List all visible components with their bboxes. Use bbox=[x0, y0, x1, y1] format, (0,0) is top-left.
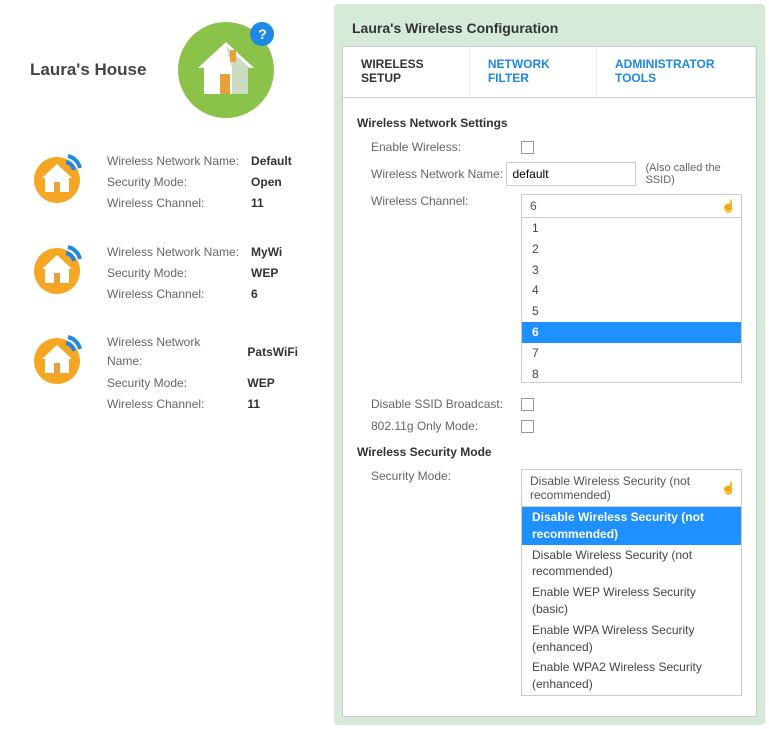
ssid-hint: (Also called the SSID) bbox=[646, 162, 743, 186]
house-title: Laura's House bbox=[30, 60, 146, 80]
wifi-house-icon bbox=[30, 331, 85, 386]
network-item: Wireless Network Name:DefaultSecurity Mo… bbox=[30, 150, 310, 216]
tab-admin-tools[interactable]: ADMINISTRATOR TOOLS bbox=[597, 47, 756, 97]
net-ch-label: Wireless Channel: bbox=[107, 395, 245, 414]
channel-dropdown[interactable]: 1234567891011 bbox=[521, 218, 742, 383]
channel-option[interactable]: 8 bbox=[522, 364, 741, 383]
network-item: Wireless Network Name:MyWiSecurity Mode:… bbox=[30, 241, 310, 307]
net-sec-label: Security Mode: bbox=[107, 374, 245, 393]
channel-option[interactable]: 5 bbox=[522, 301, 741, 322]
main-house-icon: ? bbox=[176, 20, 276, 120]
net-sec-value: WEP bbox=[251, 264, 292, 283]
security-mode-option[interactable]: Disable Wireless Security (not recommend… bbox=[522, 507, 741, 545]
net-sec-label: Security Mode: bbox=[107, 173, 249, 192]
disable-ssid-checkbox[interactable] bbox=[521, 398, 534, 411]
security-mode-option[interactable]: Disable Wireless Security (not recommend… bbox=[522, 545, 741, 583]
enable-wireless-checkbox[interactable] bbox=[521, 141, 534, 154]
channel-option[interactable]: 6 bbox=[522, 322, 741, 343]
g-only-checkbox[interactable] bbox=[521, 420, 534, 433]
channel-option[interactable]: 2 bbox=[522, 239, 741, 260]
security-mode-dropdown[interactable]: Disable Wireless Security (not recommend… bbox=[521, 507, 742, 696]
section-wireless-settings: Wireless Network Settings bbox=[357, 116, 742, 130]
channel-label: Wireless Channel: bbox=[371, 194, 521, 208]
security-mode-option[interactable]: Enable WEP Wireless Security (basic) bbox=[522, 582, 741, 620]
net-name-value: PatsWiFi bbox=[247, 333, 308, 371]
net-sec-label: Security Mode: bbox=[107, 264, 249, 283]
net-name-value: Default bbox=[251, 152, 302, 171]
tab-wireless-setup[interactable]: WIRELESS SETUP bbox=[343, 47, 470, 97]
cursor-icon bbox=[721, 481, 733, 495]
net-name-label: Wireless Network Name: bbox=[107, 152, 249, 171]
security-mode-option[interactable]: Enable WPA2 Wireless Security (enhanced) bbox=[522, 657, 741, 695]
net-ch-value: 11 bbox=[247, 395, 308, 414]
security-mode-select[interactable]: Disable Wireless Security (not recommend… bbox=[521, 469, 742, 507]
wifi-house-icon bbox=[30, 150, 85, 205]
security-mode-option[interactable]: Enable WPA Wireless Security (enhanced) bbox=[522, 620, 741, 658]
net-sec-value: Open bbox=[251, 173, 302, 192]
network-item: Wireless Network Name:PatsWiFiSecurity M… bbox=[30, 331, 310, 416]
net-ch-label: Wireless Channel: bbox=[107, 194, 249, 213]
channel-option[interactable]: 7 bbox=[522, 343, 741, 364]
net-name-label: Wireless Network Name: bbox=[107, 333, 245, 371]
net-name-value: MyWi bbox=[251, 243, 292, 262]
channel-option[interactable]: 1 bbox=[522, 218, 741, 239]
channel-select[interactable]: 6 bbox=[521, 194, 742, 218]
net-ch-value: 6 bbox=[251, 285, 292, 304]
config-title: Laura's Wireless Configuration bbox=[342, 12, 757, 46]
channel-selected-value: 6 bbox=[530, 199, 537, 213]
channel-option[interactable]: 3 bbox=[522, 260, 741, 281]
tab-network-filter[interactable]: NETWORK FILTER bbox=[470, 47, 597, 97]
section-security-mode: Wireless Security Mode bbox=[357, 445, 742, 459]
security-mode-label: Security Mode: bbox=[371, 469, 521, 483]
security-mode-selected: Disable Wireless Security (not recommend… bbox=[530, 474, 721, 502]
net-ch-value: 11 bbox=[251, 194, 302, 213]
channel-option[interactable]: 4 bbox=[522, 280, 741, 301]
net-name-label: Wireless Network Name: bbox=[107, 243, 249, 262]
net-ch-label: Wireless Channel: bbox=[107, 285, 249, 304]
network-name-label: Wireless Network Name: bbox=[371, 167, 506, 181]
enable-wireless-label: Enable Wireless: bbox=[371, 140, 521, 154]
net-sec-value: WEP bbox=[247, 374, 308, 393]
network-name-input[interactable] bbox=[506, 162, 636, 186]
g-only-label: 802.11g Only Mode: bbox=[371, 419, 521, 433]
cursor-icon bbox=[721, 199, 733, 213]
disable-ssid-label: Disable SSID Broadcast: bbox=[371, 397, 521, 411]
wifi-house-icon bbox=[30, 241, 85, 296]
